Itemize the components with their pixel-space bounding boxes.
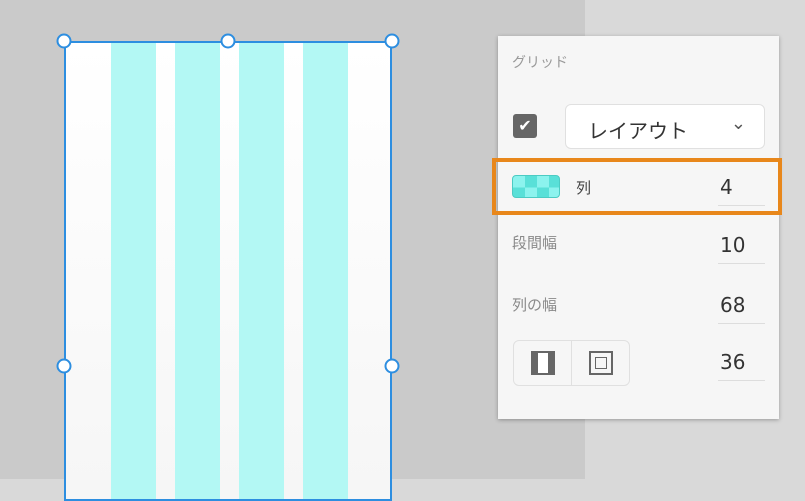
- gutter-input[interactable]: 10: [718, 233, 765, 264]
- grid-color-swatch[interactable]: [512, 175, 560, 198]
- columns-label: 列: [576, 179, 592, 197]
- custom-margin-button[interactable]: [572, 341, 629, 385]
- grid-column: [111, 43, 156, 499]
- columns-input[interactable]: 4: [718, 175, 765, 206]
- box-margin-icon: [588, 351, 613, 375]
- artboard[interactable]: [64, 41, 392, 501]
- chevron-down-icon: ⌄: [730, 113, 746, 134]
- column-margin-icon: [530, 351, 555, 375]
- panel-title: グリッド: [512, 55, 568, 71]
- grid-column: [303, 43, 348, 499]
- column-width-label: 列の幅: [512, 296, 558, 314]
- linked-margin-button[interactable]: [514, 341, 572, 385]
- grid-panel: グリッド ✔ レイアウト ⌄ 列 4 段間幅 10 列の幅 68 36: [492, 36, 782, 419]
- margin-input[interactable]: 36: [718, 350, 765, 381]
- grid-checkbox[interactable]: ✔: [513, 114, 537, 138]
- grid-type-dropdown[interactable]: レイアウト ⌄: [565, 104, 765, 149]
- grid-type-value: レイアウト: [588, 119, 688, 143]
- check-icon: ✔: [518, 116, 532, 135]
- resize-handle[interactable]: [384, 33, 400, 49]
- gutter-label: 段間幅: [512, 234, 558, 252]
- grid-column: [175, 43, 220, 499]
- grid-column: [239, 43, 284, 499]
- resize-handle[interactable]: [56, 33, 72, 49]
- resize-handle[interactable]: [56, 358, 72, 374]
- column-width-input[interactable]: 68: [718, 293, 765, 324]
- resize-handle[interactable]: [384, 358, 400, 374]
- margin-mode-toggle: [513, 340, 630, 386]
- resize-handle[interactable]: [220, 33, 236, 49]
